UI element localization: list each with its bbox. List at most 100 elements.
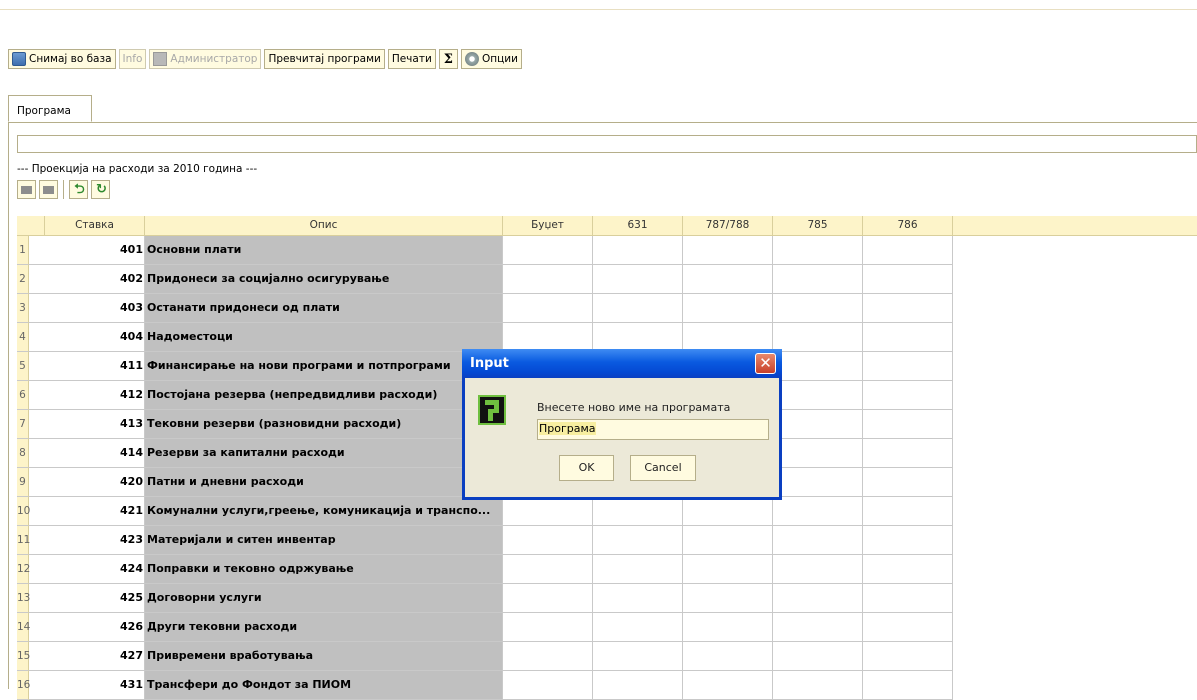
cell-787-788[interactable] — [683, 555, 773, 584]
table-row[interactable]: 14 426 Други тековни расходи — [17, 613, 1197, 642]
cancel-button[interactable]: Cancel — [630, 455, 696, 481]
table-row[interactable]: 11 423 Материјали и ситен инвентар — [17, 526, 1197, 555]
cell-631[interactable] — [593, 671, 683, 700]
cell-787-788[interactable] — [683, 526, 773, 555]
cell-785[interactable] — [773, 526, 863, 555]
cell-631[interactable] — [593, 642, 683, 671]
budget-cell[interactable] — [503, 584, 593, 613]
export-button[interactable] — [17, 180, 36, 199]
cell-787-788[interactable] — [683, 236, 773, 265]
cell-787-788[interactable] — [683, 584, 773, 613]
cell-631[interactable] — [593, 526, 683, 555]
options-button[interactable]: Опции — [460, 49, 522, 69]
cell-786[interactable] — [863, 381, 953, 410]
cell-631[interactable] — [593, 497, 683, 526]
cell-786[interactable] — [863, 236, 953, 265]
column-header-item[interactable]: Ставка — [45, 216, 145, 235]
column-header-budget[interactable]: Буџет — [503, 216, 593, 235]
tab-program[interactable]: Програма — [8, 95, 92, 122]
budget-cell[interactable] — [503, 497, 593, 526]
cell-786[interactable] — [863, 294, 953, 323]
undo-button[interactable]: ⮌ — [69, 180, 88, 199]
cell-787-788[interactable] — [683, 671, 773, 700]
budget-cell[interactable] — [503, 671, 593, 700]
cell-786[interactable] — [863, 265, 953, 294]
cell-785[interactable] — [773, 468, 863, 497]
table-row[interactable]: 2 402 Придонеси за социјално осигурување — [17, 265, 1197, 294]
cell-786[interactable] — [863, 468, 953, 497]
cell-631[interactable] — [593, 584, 683, 613]
cell-787-788[interactable] — [683, 497, 773, 526]
cell-787-788[interactable] — [683, 294, 773, 323]
cell-787-788[interactable] — [683, 323, 773, 352]
budget-cell[interactable] — [503, 294, 593, 323]
table-row[interactable]: 12 424 Поправки и тековно одржување — [17, 555, 1197, 584]
cell-785[interactable] — [773, 555, 863, 584]
column-header-description[interactable]: Опис — [145, 216, 503, 235]
budget-cell[interactable] — [503, 323, 593, 352]
cell-631[interactable] — [593, 265, 683, 294]
cell-785[interactable] — [773, 642, 863, 671]
cell-786[interactable] — [863, 555, 953, 584]
cell-787-788[interactable] — [683, 613, 773, 642]
budget-cell[interactable] — [503, 526, 593, 555]
column-header-631[interactable]: 631 — [593, 216, 683, 235]
cell-631[interactable] — [593, 555, 683, 584]
cell-786[interactable] — [863, 642, 953, 671]
budget-cell[interactable] — [503, 642, 593, 671]
column-header-786[interactable]: 786 — [863, 216, 953, 235]
cell-787-788[interactable] — [683, 642, 773, 671]
cell-631[interactable] — [593, 236, 683, 265]
column-header-785[interactable]: 785 — [773, 216, 863, 235]
cell-786[interactable] — [863, 613, 953, 642]
cell-785[interactable] — [773, 294, 863, 323]
column-header-787-788[interactable]: 787/788 — [683, 216, 773, 235]
ok-button[interactable]: OK — [559, 455, 614, 481]
table-row[interactable]: 15 427 Привремени вработувања — [17, 642, 1197, 671]
cell-631[interactable] — [593, 613, 683, 642]
program-name-field[interactable] — [17, 135, 1197, 153]
cell-786[interactable] — [863, 439, 953, 468]
cell-631[interactable] — [593, 294, 683, 323]
print-button[interactable]: Печати — [387, 49, 436, 69]
sum-button[interactable]: Σ — [438, 49, 458, 69]
table-row[interactable]: 16 431 Трансфери до Фондот за ПИОМ — [17, 671, 1197, 700]
cell-785[interactable] — [773, 613, 863, 642]
cell-785[interactable] — [773, 584, 863, 613]
table-row[interactable]: 13 425 Договорни услуги — [17, 584, 1197, 613]
refresh-button[interactable]: ↻ — [91, 180, 110, 199]
cell-786[interactable] — [863, 410, 953, 439]
cell-786[interactable] — [863, 584, 953, 613]
cell-785[interactable] — [773, 497, 863, 526]
import-button[interactable] — [39, 180, 58, 199]
cell-787-788[interactable] — [683, 265, 773, 294]
cell-785[interactable] — [773, 236, 863, 265]
cell-786[interactable] — [863, 526, 953, 555]
program-name-input[interactable]: Програма — [537, 419, 769, 440]
info-button[interactable]: Info — [118, 49, 147, 69]
cell-785[interactable] — [773, 265, 863, 294]
cell-785[interactable] — [773, 352, 863, 381]
cell-631[interactable] — [593, 323, 683, 352]
cell-786[interactable] — [863, 671, 953, 700]
budget-cell[interactable] — [503, 613, 593, 642]
close-icon[interactable]: ✕ — [755, 353, 776, 374]
cell-785[interactable] — [773, 410, 863, 439]
cell-785[interactable] — [773, 671, 863, 700]
cell-785[interactable] — [773, 381, 863, 410]
table-row[interactable]: 4 404 Надоместоци — [17, 323, 1197, 352]
reload-programs-button[interactable]: Превчитај програми — [264, 49, 385, 69]
cell-786[interactable] — [863, 352, 953, 381]
cell-785[interactable] — [773, 439, 863, 468]
save-to-db-button[interactable]: Снимај во база — [8, 49, 116, 69]
cell-786[interactable] — [863, 497, 953, 526]
budget-cell[interactable] — [503, 265, 593, 294]
cell-786[interactable] — [863, 323, 953, 352]
table-row[interactable]: 1 401 Основни плати — [17, 236, 1197, 265]
admin-button[interactable]: Администратор — [149, 49, 262, 69]
budget-cell[interactable] — [503, 236, 593, 265]
table-row[interactable]: 3 403 Останати придонеси од плати — [17, 294, 1197, 323]
cell-785[interactable] — [773, 323, 863, 352]
table-row[interactable]: 10 421 Комунални услуги,греење, комуникаци… — [17, 497, 1197, 526]
budget-cell[interactable] — [503, 555, 593, 584]
